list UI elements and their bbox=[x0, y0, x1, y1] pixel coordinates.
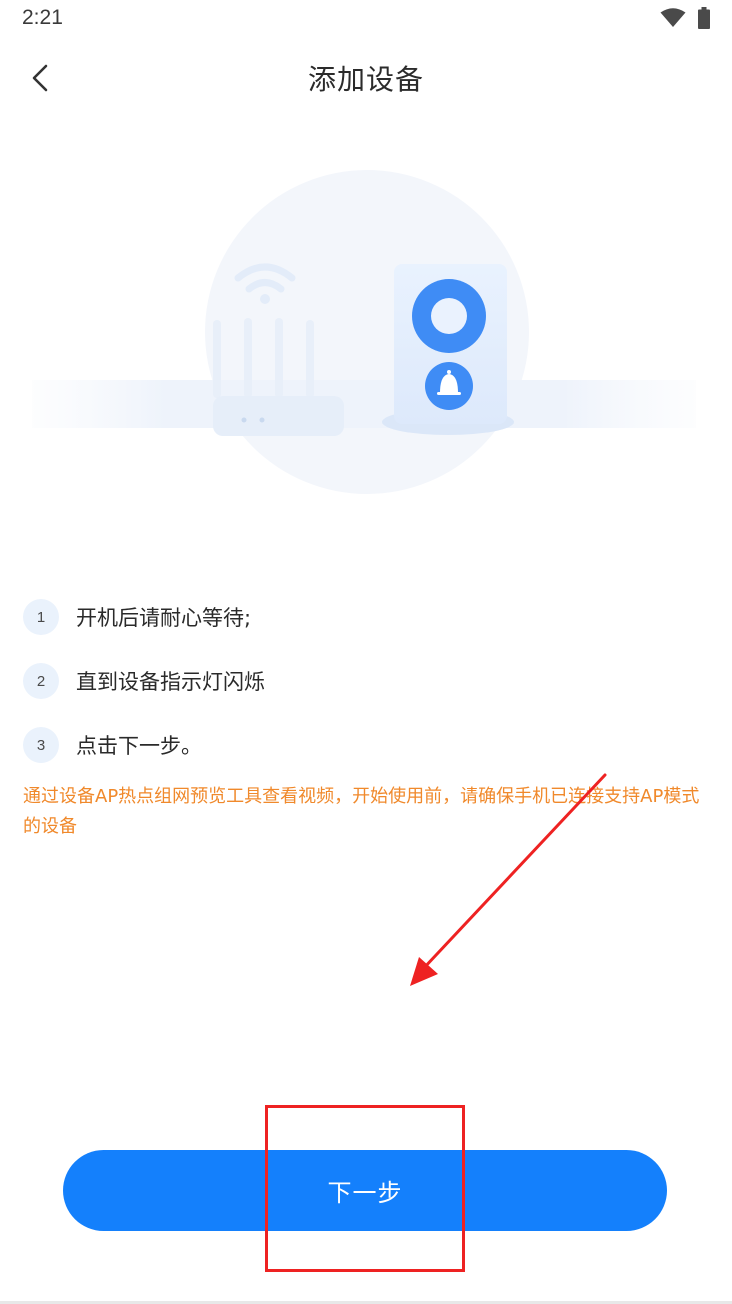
wifi-icon bbox=[660, 8, 686, 27]
step-item: 1 开机后请耐心等待; bbox=[23, 598, 703, 636]
battery-icon bbox=[698, 7, 710, 29]
step-number: 1 bbox=[23, 599, 59, 635]
status-time: 2:21 bbox=[22, 6, 63, 29]
step-item: 3 点击下一步。 bbox=[23, 726, 703, 764]
step-item: 2 直到设备指示灯闪烁 bbox=[23, 662, 703, 700]
ap-mode-notice: 通过设备AP热点组网预览工具查看视频，开始使用前，请确保手机已连接支持AP模式的… bbox=[23, 786, 700, 837]
status-icons bbox=[660, 7, 710, 29]
instruction-steps: 1 开机后请耐心等待; 2 直到设备指示灯闪烁 3 点击下一步。 bbox=[23, 598, 703, 790]
camera-doorbell-icon bbox=[382, 264, 514, 435]
device-illustration bbox=[0, 160, 732, 510]
page-title: 添加设备 bbox=[307, 63, 424, 96]
step-number: 3 bbox=[23, 727, 59, 763]
header: 添加设备 bbox=[0, 45, 732, 111]
step-text: 开机后请耐心等待; bbox=[76, 606, 252, 630]
step-text: 点击下一步。 bbox=[76, 734, 202, 758]
step-text: 直到设备指示灯闪烁 bbox=[76, 670, 265, 694]
status-bar: 2:21 bbox=[0, 0, 732, 40]
next-step-button[interactable]: 下一步 bbox=[63, 1150, 667, 1231]
step-number: 2 bbox=[23, 663, 59, 699]
shelf-band bbox=[32, 380, 696, 428]
